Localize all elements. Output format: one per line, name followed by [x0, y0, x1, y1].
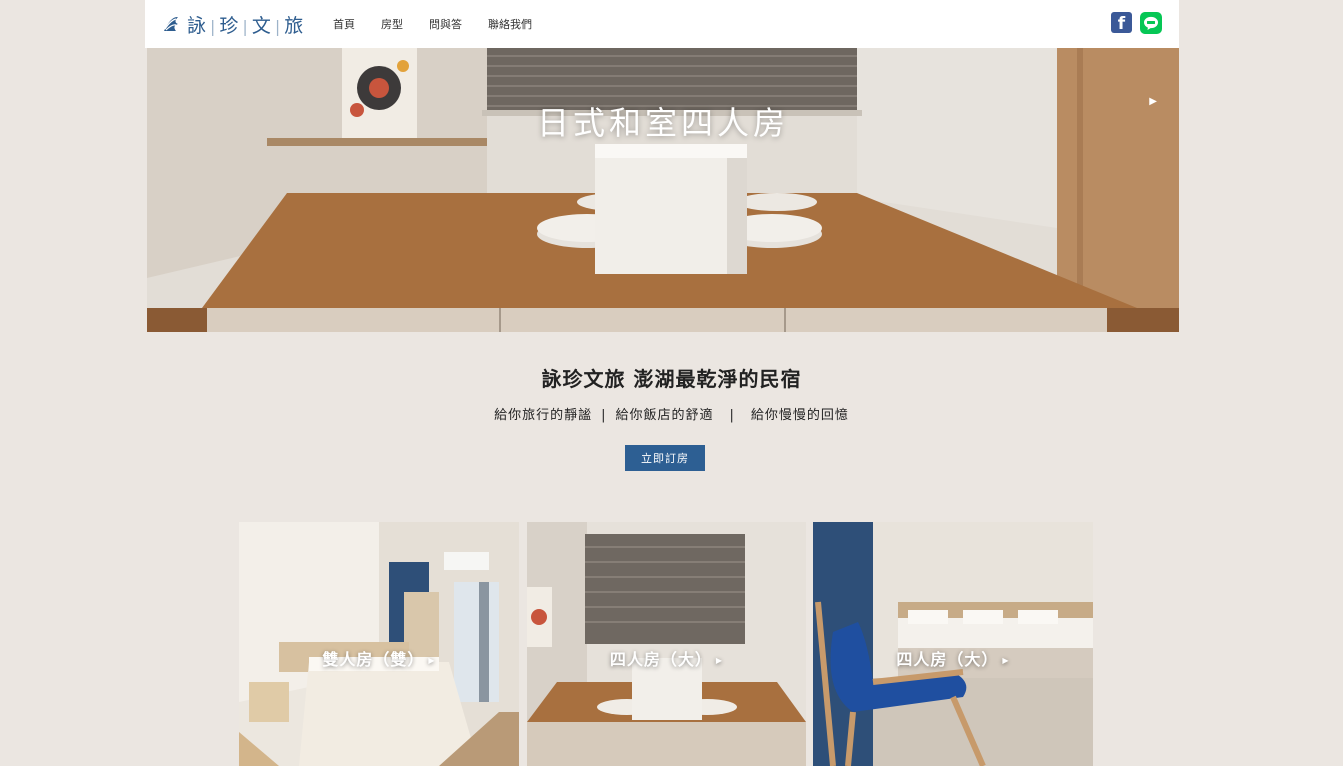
intro-title: 詠珍文旅 澎湖最乾淨的民宿: [541, 367, 802, 391]
logo-mark-icon: [164, 16, 178, 31]
room-card-quad-japanese[interactable]: 四人房（大） ▶: [527, 522, 806, 766]
room-card-double[interactable]: 雙人房（雙） ▶: [239, 522, 519, 766]
room-card-quad[interactable]: 四人房（大） ▶: [813, 522, 1093, 766]
hero-image: [147, 48, 1179, 332]
room-image-double: [239, 522, 519, 766]
social-links: f: [1111, 12, 1162, 34]
tagline-separator: |: [729, 408, 735, 423]
main-nav: 首頁 房型 問與答 聯絡我們: [333, 0, 558, 48]
intro-taglines: 給你旅行的靜謐 | 給你飯店的舒適 | 給你慢慢的回憶: [0, 404, 1343, 423]
logo-separator: |: [210, 16, 217, 36]
room-label: 四人房（大） ▶: [813, 646, 1093, 670]
site-header: 詠 | 珍 | 文 | 旅 首頁 房型 問與答 聯絡我們 f: [145, 0, 1179, 48]
room-name: 雙人房（雙）: [322, 650, 425, 669]
room-arrow-icon: ▶: [428, 656, 436, 665]
logo-separator: |: [242, 16, 249, 36]
nav-faq[interactable]: 問與答: [429, 16, 462, 32]
line-bubble-icon: [1144, 16, 1158, 30]
hero-title: 日式和室四人房: [536, 104, 789, 142]
logo-char: 珍: [219, 14, 240, 37]
logo-separator: |: [274, 16, 282, 36]
nav-home[interactable]: 首頁: [333, 16, 355, 32]
facebook-icon[interactable]: f: [1111, 12, 1132, 33]
logo-char: 文: [251, 14, 272, 37]
room-image-quad: [813, 522, 1093, 766]
nav-rooms[interactable]: 房型: [381, 16, 403, 32]
room-label: 雙人房（雙） ▶: [239, 646, 519, 670]
tagline: 給你飯店的舒適: [615, 408, 714, 423]
room-label: 四人房（大） ▶: [527, 646, 806, 670]
book-now-button[interactable]: 立即訂房: [625, 445, 705, 471]
room-arrow-icon: ▶: [715, 656, 724, 665]
room-image-quad-japanese: [527, 522, 806, 766]
logo-char: 詠: [187, 14, 208, 37]
logo-char: 旅: [284, 14, 305, 37]
tagline-separator: |: [601, 408, 607, 423]
nav-contact[interactable]: 聯絡我們: [488, 16, 532, 32]
tagline: 給你慢慢的回憶: [750, 408, 849, 423]
line-icon[interactable]: [1140, 12, 1162, 34]
page: 詠 | 珍 | 文 | 旅 首頁 房型 問與答 聯絡我們 f 日式和室四人房 ▶…: [0, 0, 1343, 766]
room-name: 四人房（大）: [896, 650, 999, 669]
hero-next-arrow[interactable]: ▶: [1149, 96, 1157, 107]
tagline: 給你旅行的靜謐: [494, 408, 593, 423]
facebook-glyph: f: [1117, 14, 1126, 34]
room-name: 四人房（大）: [609, 650, 712, 669]
logo[interactable]: 詠 | 珍 | 文 | 旅: [161, 10, 304, 38]
logo-text: 詠 | 珍 | 文 | 旅: [187, 11, 304, 38]
hero-banner: 日式和室四人房 ▶: [147, 48, 1179, 332]
room-arrow-icon: ▶: [1002, 656, 1010, 665]
